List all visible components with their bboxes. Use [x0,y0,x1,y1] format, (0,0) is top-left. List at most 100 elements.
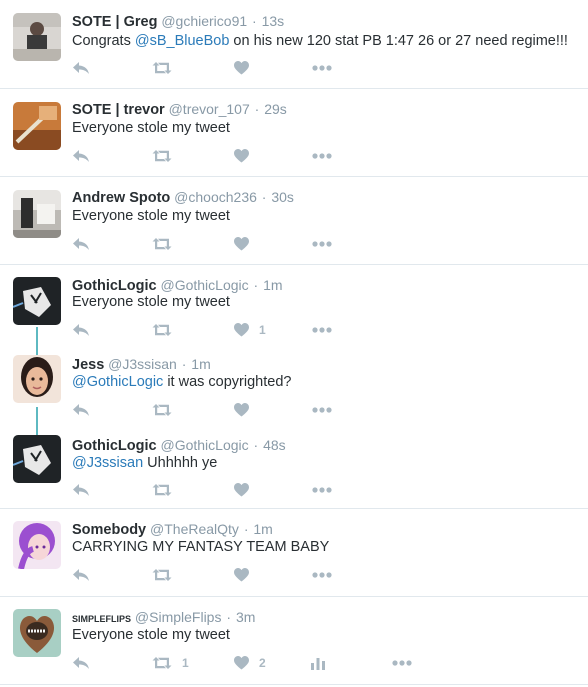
timestamp[interactable]: 29s [264,101,287,117]
reply-button[interactable] [72,236,90,252]
reply-button[interactable] [72,148,90,164]
more-icon [312,153,332,159]
username[interactable]: @GothicLogic [160,277,248,293]
timestamp[interactable]: 30s [271,189,294,205]
username[interactable]: @J3ssisan [108,356,177,372]
username[interactable]: @SimpleFlips [135,609,222,625]
more-button[interactable] [312,322,332,338]
display-name[interactable]: SIMPLEFLIPS [72,614,131,624]
timestamp[interactable]: 13s [262,13,285,29]
retweet-button[interactable] [152,148,182,164]
display-name[interactable]: Jess [72,357,104,373]
timeline: SOTE | Greg @gchierico91 · 13s Congrats … [0,0,588,685]
analytics-button[interactable] [311,655,325,671]
separator: · [261,189,267,205]
text-segment: Everyone stole my tweet [72,120,230,136]
avatar[interactable] [13,13,61,61]
tweet[interactable]: Andrew Spoto @chooch236 · 30s Everyone s… [0,177,588,265]
retweet-icon [152,657,172,669]
separator: · [181,356,187,372]
tweet[interactable]: GothicLogic @GothicLogic · 1m Everyone s… [0,265,588,347]
avatar[interactable] [13,609,61,657]
username[interactable]: @trevor_107 [169,101,250,117]
like-button[interactable] [234,236,259,252]
retweet-button[interactable] [152,402,182,418]
like-button[interactable]: 2 [234,655,266,671]
username[interactable]: @gchierico91 [161,13,247,29]
display-name[interactable]: SOTE | Greg [72,14,157,30]
reply-button[interactable] [72,567,90,583]
timestamp[interactable]: 1m [263,277,282,293]
tweet[interactable]: GothicLogic @GothicLogic · 48s @J3ssisan… [0,427,588,509]
tweet-text: CARRYING MY FANTASY TEAM BABY [72,538,329,556]
reply-button[interactable] [72,60,90,76]
more-icon [312,65,332,71]
tweet-text: @J3ssisan Uhhhhh ye [72,454,217,472]
tweet-header: Jess @J3ssisan · 1m [72,355,211,374]
mention-link[interactable]: @sB_BlueBob [135,33,230,49]
retweet-button[interactable] [152,482,182,498]
more-icon [312,407,332,413]
username[interactable]: @chooch236 [174,189,257,205]
reply-button[interactable] [72,402,90,418]
tweet[interactable]: SIMPLEFLIPS @SimpleFlips · 3m Everyone s… [0,597,588,685]
avatar[interactable] [13,102,61,150]
more-button[interactable] [312,402,332,418]
like-button[interactable] [234,567,259,583]
timestamp[interactable]: 48s [263,437,286,453]
text-segment: on his new 120 stat PB 1:47 26 or 27 nee… [229,33,568,49]
display-name[interactable]: Somebody [72,522,146,538]
reply-icon [73,238,89,250]
retweet-button[interactable] [152,567,182,583]
like-button[interactable] [234,148,259,164]
username[interactable]: @GothicLogic [160,437,248,453]
mention-link[interactable]: @GothicLogic [72,374,163,390]
mention-link[interactable]: @J3ssisan [72,455,143,471]
avatar[interactable] [13,190,61,238]
separator: · [253,437,259,453]
display-name[interactable]: Andrew Spoto [72,190,170,206]
retweet-button[interactable] [152,60,182,76]
reply-icon [73,404,89,416]
like-button[interactable] [234,60,259,76]
separator: · [226,609,232,625]
text-segment: Everyone stole my tweet [72,294,230,310]
more-button[interactable] [392,655,412,671]
reply-button[interactable] [72,482,90,498]
avatar[interactable] [13,521,61,569]
username[interactable]: @TheRealQty [150,521,239,537]
more-button[interactable] [312,148,332,164]
retweet-button[interactable] [152,322,182,338]
more-icon [392,660,412,666]
display-name[interactable]: SOTE | trevor [72,102,165,118]
separator: · [243,521,249,537]
tweet[interactable]: SOTE | Greg @gchierico91 · 13s Congrats … [0,0,588,89]
reply-button[interactable] [72,655,90,671]
like-button[interactable] [234,402,259,418]
display-name[interactable]: GothicLogic [72,278,157,294]
avatar[interactable] [13,277,61,325]
more-button[interactable] [312,567,332,583]
reply-icon [73,324,89,336]
retweet-button[interactable]: 1 [152,655,189,671]
retweet-icon [152,150,172,162]
avatar[interactable] [13,355,61,403]
avatar[interactable] [13,435,61,483]
retweet-button[interactable] [152,236,182,252]
timestamp[interactable]: 1m [253,521,272,537]
heart-icon [234,656,249,670]
tweet[interactable]: Jess @J3ssisan · 1m @GothicLogic it was … [0,347,588,427]
like-button[interactable] [234,482,259,498]
tweet[interactable]: Somebody @TheRealQty · 1m CARRYING MY FA… [0,509,588,597]
timestamp[interactable]: 3m [236,609,255,625]
more-button[interactable] [312,60,332,76]
timestamp[interactable]: 1m [191,356,210,372]
reply-button[interactable] [72,322,90,338]
tweet[interactable]: SOTE | trevor @trevor_107 · 29s Everyone… [0,89,588,177]
display-name[interactable]: GothicLogic [72,438,157,454]
like-button[interactable]: 1 [234,322,266,338]
more-icon [312,572,332,578]
more-button[interactable] [312,482,332,498]
text-segment: Uhhhhh ye [143,455,218,471]
more-button[interactable] [312,236,332,252]
